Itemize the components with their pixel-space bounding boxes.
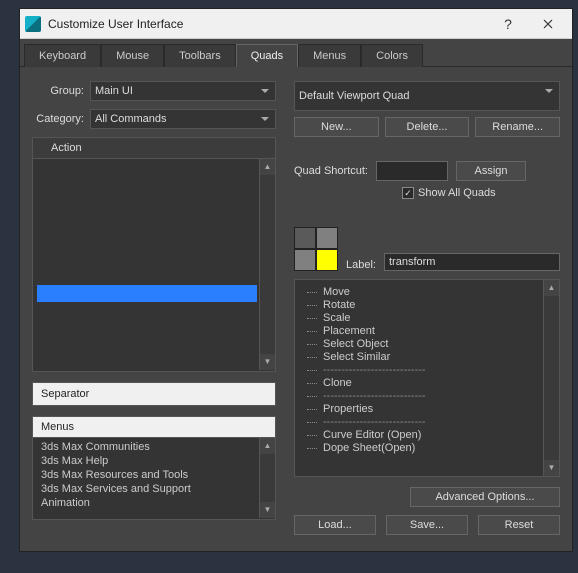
quad-dropdown[interactable]: Default Viewport Quad	[294, 81, 560, 111]
load-button[interactable]: Load...	[294, 515, 376, 535]
quad-shortcut-input[interactable]	[376, 161, 448, 181]
left-column: Group: Main UI Category: All Commands Ac…	[32, 81, 276, 535]
swatch-br[interactable]	[316, 249, 338, 271]
show-all-label: Show All Quads	[418, 187, 496, 199]
tree-item[interactable]: Rotate	[299, 299, 555, 312]
label-input-value: transform	[389, 256, 435, 268]
window-title: Customize User Interface	[48, 17, 488, 31]
swatch-bl[interactable]	[294, 249, 316, 271]
menus-listbox[interactable]: Menus 3ds Max Communities 3ds Max Help 3…	[32, 416, 276, 520]
titlebar: Customize User Interface ?	[20, 9, 572, 39]
menus-header: Menus	[33, 417, 275, 438]
tree-scrollbar[interactable]	[543, 280, 559, 476]
tree-item[interactable]: Select Similar	[299, 351, 555, 364]
list-item[interactable]: Animation	[33, 496, 275, 510]
separator-box[interactable]: Separator	[32, 382, 276, 406]
category-value: All Commands	[95, 113, 167, 125]
label-label: Label:	[346, 259, 376, 271]
action-list-body[interactable]	[33, 159, 275, 370]
reset-button[interactable]: Reset	[478, 515, 560, 535]
group-label: Group:	[32, 85, 90, 97]
tree-item[interactable]: Curve Editor (Open)	[299, 429, 555, 442]
tree-item[interactable]: Dope Sheet(Open)	[299, 442, 555, 455]
group-value: Main UI	[95, 85, 133, 97]
tree-item[interactable]: Placement	[299, 325, 555, 338]
list-item[interactable]: 3ds Max Resources and Tools	[33, 468, 275, 482]
category-dropdown[interactable]: All Commands	[90, 109, 276, 129]
checkmark-icon: ✓	[404, 189, 412, 198]
category-label: Category:	[32, 113, 90, 125]
list-item[interactable]: 3ds Max Communities	[33, 440, 275, 454]
tab-quads[interactable]: Quads	[236, 44, 298, 67]
tree-item[interactable]: Clone	[299, 377, 555, 390]
tab-toolbars[interactable]: Toolbars	[164, 44, 236, 67]
quad-value: Default Viewport Quad	[299, 90, 409, 102]
menus-list[interactable]: 3ds Max Communities 3ds Max Help 3ds Max…	[33, 438, 275, 518]
assign-button[interactable]: Assign	[456, 161, 526, 181]
close-button[interactable]	[528, 10, 568, 38]
tree-separator: ----------------------------	[299, 364, 555, 377]
group-dropdown[interactable]: Main UI	[90, 81, 276, 101]
label-input[interactable]: transform	[384, 253, 560, 271]
swatch-tl[interactable]	[294, 227, 316, 249]
list-item[interactable]: 3ds Max Help	[33, 454, 275, 468]
action-listbox[interactable]: Action	[32, 137, 276, 372]
rename-button[interactable]: Rename...	[475, 117, 560, 137]
menus-scrollbar[interactable]	[259, 438, 275, 518]
tab-colors[interactable]: Colors	[361, 44, 423, 67]
tree-item[interactable]: Scale	[299, 312, 555, 325]
tree-separator: ----------------------------	[299, 416, 555, 429]
quad-tree[interactable]: Move Rotate Scale Placement Select Objec…	[294, 279, 560, 477]
swatch-grid	[294, 227, 338, 271]
list-item[interactable]: 3ds Max Services and Support	[33, 482, 275, 496]
tab-bar: Keyboard Mouse Toolbars Quads Menus Colo…	[20, 39, 572, 67]
app-icon	[24, 15, 42, 33]
delete-button[interactable]: Delete...	[385, 117, 470, 137]
tree-item[interactable]: Properties	[299, 403, 555, 416]
customize-ui-window: Customize User Interface ? Keyboard Mous…	[19, 8, 573, 552]
separator-label: Separator	[41, 388, 89, 400]
help-button[interactable]: ?	[488, 10, 528, 38]
save-button[interactable]: Save...	[386, 515, 468, 535]
content: Group: Main UI Category: All Commands Ac…	[20, 67, 572, 549]
action-selected-row[interactable]	[37, 285, 257, 302]
right-column: Default Viewport Quad New... Delete... R…	[294, 81, 560, 535]
tree-separator: ----------------------------	[299, 390, 555, 403]
quad-shortcut-label: Quad Shortcut:	[294, 165, 368, 177]
tree-item[interactable]: Select Object	[299, 338, 555, 351]
new-button[interactable]: New...	[294, 117, 379, 137]
tab-menus[interactable]: Menus	[298, 44, 361, 67]
tab-mouse[interactable]: Mouse	[101, 44, 164, 67]
swatch-tr[interactable]	[316, 227, 338, 249]
tab-keyboard[interactable]: Keyboard	[24, 44, 101, 67]
action-scrollbar[interactable]	[259, 159, 275, 370]
action-header: Action	[33, 138, 275, 159]
show-all-checkbox[interactable]: ✓	[402, 187, 414, 199]
tree-item[interactable]: Move	[299, 286, 555, 299]
advanced-options-button[interactable]: Advanced Options...	[410, 487, 560, 507]
